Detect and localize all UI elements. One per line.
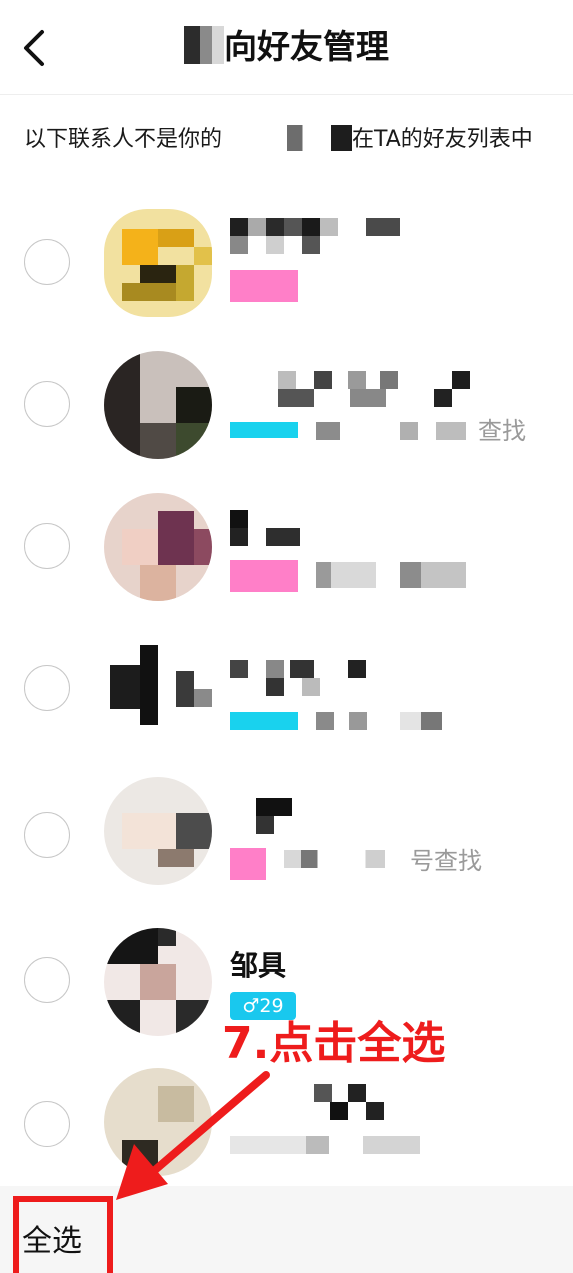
annotation-label: 7.点击全选 xyxy=(222,1018,446,1069)
list-item[interactable] xyxy=(0,192,573,334)
top-bar: 向好友管理 xyxy=(0,0,573,95)
page-title: 向好友管理 xyxy=(0,24,573,70)
avatar xyxy=(104,209,212,317)
subtitle-mosaic xyxy=(284,850,404,868)
subtitle-mosaic xyxy=(316,422,466,440)
list-item[interactable] xyxy=(0,476,573,618)
select-checkbox[interactable] xyxy=(24,957,70,1003)
subtitle-text: 查找 xyxy=(478,417,526,445)
avatar xyxy=(104,1068,212,1176)
avatar xyxy=(104,493,212,601)
title-mosaic xyxy=(184,26,224,64)
select-checkbox[interactable] xyxy=(24,1101,70,1147)
tag-badge xyxy=(230,560,298,592)
select-checkbox[interactable] xyxy=(24,812,70,858)
list-item[interactable] xyxy=(0,618,573,760)
avatar xyxy=(104,777,212,885)
avatar xyxy=(104,928,212,1036)
tag-badge xyxy=(230,712,298,730)
avatar xyxy=(104,635,212,743)
tag-badge xyxy=(230,270,298,302)
name-mosaic xyxy=(230,371,470,407)
list-item[interactable]: 查找 xyxy=(0,334,573,476)
list-item[interactable]: 号查找 xyxy=(0,760,573,902)
select-checkbox[interactable] xyxy=(24,523,70,569)
subtitle-mosaic xyxy=(316,712,466,730)
avatar xyxy=(104,351,212,459)
subtitle-mosaic xyxy=(230,1136,420,1154)
select-checkbox[interactable] xyxy=(24,665,70,711)
notice-mosaic xyxy=(222,125,353,151)
name-mosaic xyxy=(230,218,400,254)
contact-name: 邹具 xyxy=(230,949,287,982)
subtitle-text: 号查找 xyxy=(410,847,482,875)
name-mosaic xyxy=(230,660,370,696)
select-checkbox[interactable] xyxy=(24,381,70,427)
name-mosaic xyxy=(230,798,310,834)
tag-badge xyxy=(230,848,266,880)
tag-badge xyxy=(230,422,298,438)
subtitle-mosaic xyxy=(316,562,466,588)
annotation-highlight-box xyxy=(13,1196,113,1273)
notice-text: 以下联系人不是你的 在TA的好友列表中 xyxy=(24,125,533,152)
name-mosaic xyxy=(230,510,310,546)
select-checkbox[interactable] xyxy=(24,239,70,285)
name-mosaic xyxy=(230,1084,384,1120)
